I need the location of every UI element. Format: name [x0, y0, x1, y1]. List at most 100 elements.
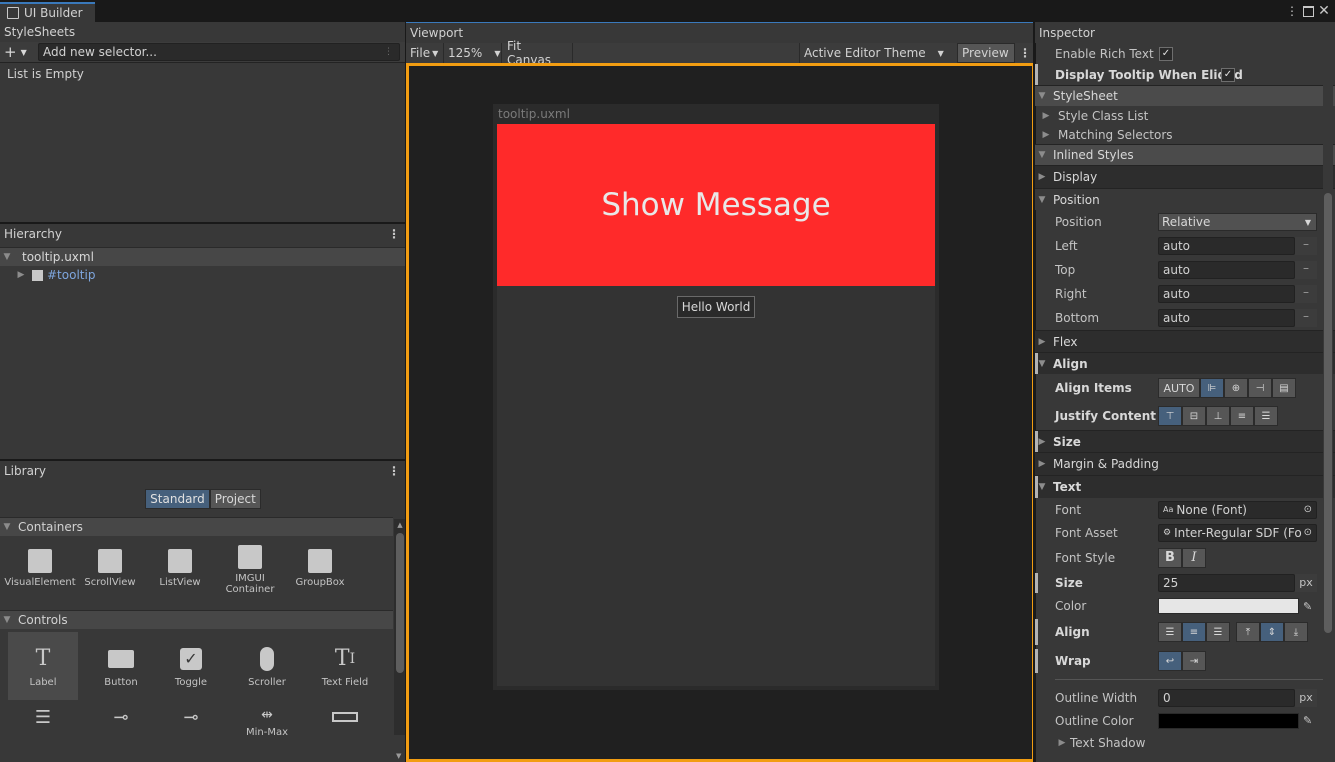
selector-options-icon[interactable]: ⋮ [384, 47, 393, 57]
inspector-scrollbar[interactable] [1323, 43, 1333, 762]
display-tooltip-checkbox[interactable]: ✓ [1221, 67, 1235, 82]
library-item-button[interactable]: Button [86, 632, 156, 700]
bold-button[interactable]: B [1158, 547, 1182, 568]
viewport-menu-icon[interactable]: ⋮ [1019, 46, 1031, 60]
no-wrap-icon[interactable]: ⇥ [1182, 651, 1206, 671]
size-unit-button[interactable]: px [1295, 574, 1317, 592]
foldout-closed-icon[interactable]: ▶ [1035, 337, 1049, 347]
hierarchy-child-row[interactable]: ▶ #tooltip [0, 266, 406, 284]
font-asset-object-field[interactable]: ⚙ Inter-Regular SDF (Fo ⊙ [1158, 523, 1317, 542]
add-selector-input[interactable]: Add new selector... ⋮ [38, 43, 400, 61]
align-top-icon[interactable]: ⤒ [1236, 622, 1260, 642]
hierarchy-menu-icon[interactable]: ⋮ [388, 227, 400, 241]
right-input[interactable]: auto [1158, 285, 1295, 303]
scroll-down-icon[interactable]: ▼ [396, 752, 401, 760]
window-menu-icon[interactable]: ⋮ [1284, 3, 1300, 19]
display-section[interactable]: ▶ Display [1035, 165, 1335, 188]
position-section[interactable]: ▼ Position [1035, 188, 1335, 210]
align-center-icon[interactable]: ≡ [1182, 622, 1206, 642]
library-item-imgui-container[interactable]: IMGUI Container [215, 545, 285, 595]
add-stylesheet-button[interactable]: + ▼ [4, 43, 34, 61]
object-picker-icon[interactable]: ⊙ [1303, 527, 1312, 538]
matching-selectors-row[interactable]: ▶ Matching Selectors [1035, 125, 1335, 144]
library-item-groupbox[interactable]: GroupBox [285, 545, 355, 588]
library-item-toggle[interactable]: ✓ Toggle [156, 632, 226, 700]
close-icon[interactable]: ✕ [1316, 3, 1332, 19]
tab-project[interactable]: Project [209, 489, 261, 509]
inlined-styles-section[interactable]: ▼ Inlined Styles [1035, 144, 1335, 165]
enable-rich-text-checkbox[interactable]: ✓ [1159, 46, 1173, 61]
left-input[interactable]: auto [1158, 237, 1295, 255]
foldout-closed-icon[interactable]: ▶ [1035, 459, 1049, 469]
top-unit-button[interactable]: – [1295, 261, 1317, 279]
align-right-icon[interactable]: ☰ [1206, 622, 1230, 642]
library-item-listview-control[interactable]: ☰ [8, 707, 78, 731]
foldout-open-icon[interactable]: ▼ [0, 252, 14, 262]
align-items-auto-button[interactable]: AUTO [1158, 378, 1200, 398]
inspector-scroll-thumb[interactable] [1324, 193, 1332, 633]
foldout-closed-icon[interactable]: ▶ [14, 270, 28, 280]
hierarchy-root-row[interactable]: ▼ tooltip.uxml [0, 247, 406, 266]
position-dropdown[interactable]: Relative ▼ [1158, 213, 1317, 231]
library-item-min-max-slider[interactable]: ⇹ Min-Max [232, 707, 302, 735]
eyedropper-icon[interactable]: ✎ [1303, 600, 1312, 613]
justify-end-icon[interactable]: ⊥ [1206, 406, 1230, 426]
outline-width-unit-button[interactable]: px [1295, 688, 1317, 707]
library-item-slider[interactable]: ⊸ [86, 707, 156, 731]
library-menu-icon[interactable]: ⋮ [388, 464, 400, 478]
library-item-slider-int[interactable]: ⊸ [156, 707, 226, 731]
preview-toggle[interactable]: Preview [957, 43, 1015, 63]
foldout-closed-icon[interactable]: ▶ [1035, 172, 1049, 182]
font-size-input[interactable]: 25 [1158, 574, 1295, 592]
bottom-unit-button[interactable]: – [1295, 309, 1317, 327]
show-message-button[interactable]: Show Message [497, 124, 935, 286]
text-shadow-row[interactable]: ▶ Text Shadow [1035, 732, 1335, 753]
object-picker-icon[interactable]: ⊙ [1304, 504, 1312, 515]
containers-foldout[interactable]: ▼ Containers [0, 517, 393, 536]
align-items-end-icon[interactable]: ⊣ [1248, 378, 1272, 398]
library-item-text-field[interactable]: T I Text Field [310, 632, 380, 700]
style-class-list-row[interactable]: ▶ Style Class List [1035, 106, 1335, 125]
maximize-icon[interactable] [1300, 3, 1316, 19]
ui-builder-tab[interactable]: UI Builder [0, 2, 95, 22]
top-input[interactable]: auto [1158, 261, 1295, 279]
align-items-start-icon[interactable]: ⊫ [1200, 378, 1224, 398]
library-item-progress-bar[interactable] [310, 707, 380, 731]
align-bottom-icon[interactable]: ⤓ [1284, 622, 1308, 642]
foldout-open-icon[interactable]: ▼ [0, 522, 14, 532]
right-unit-button[interactable]: – [1295, 285, 1317, 303]
file-menu[interactable]: File ▼ [406, 43, 444, 63]
foldout-closed-icon[interactable]: ▶ [1039, 111, 1053, 121]
foldout-open-icon[interactable]: ▼ [0, 615, 14, 625]
library-item-label-control[interactable]: T Label [8, 632, 78, 700]
library-item-listview[interactable]: ListView [145, 545, 215, 588]
align-items-stretch-icon[interactable]: ▤ [1272, 378, 1296, 398]
bottom-input[interactable]: auto [1158, 309, 1295, 327]
library-item-scrollview[interactable]: ScrollView [75, 545, 145, 588]
outline-width-input[interactable]: 0 [1158, 688, 1295, 707]
viewport-surface[interactable]: tooltip.uxml Show Message Hello World [406, 63, 1035, 762]
library-item-visualelement[interactable]: VisualElement [4, 545, 76, 588]
text-section[interactable]: ▼ Text [1035, 475, 1335, 498]
foldout-open-icon[interactable]: ▼ [1035, 91, 1049, 101]
align-middle-icon[interactable]: ⇕ [1260, 622, 1284, 642]
size-section[interactable]: ▶ Size [1035, 430, 1335, 452]
foldout-closed-icon[interactable]: ▶ [1055, 738, 1069, 748]
justify-space-around-icon[interactable]: ☰ [1254, 406, 1278, 426]
eyedropper-icon[interactable]: ✎ [1303, 714, 1312, 727]
stylesheet-section[interactable]: ▼ StyleSheet [1035, 85, 1335, 106]
align-left-icon[interactable]: ☰ [1158, 622, 1182, 642]
justify-space-between-icon[interactable]: ≡ [1230, 406, 1254, 426]
tab-standard[interactable]: Standard [145, 489, 210, 509]
foldout-open-icon[interactable]: ▼ [1035, 150, 1049, 160]
library-scroll-thumb[interactable] [396, 533, 404, 673]
foldout-closed-icon[interactable]: ▶ [1039, 130, 1053, 140]
margin-padding-section[interactable]: ▶ Margin & Padding [1035, 452, 1335, 475]
library-item-scroller[interactable]: Scroller [232, 632, 302, 700]
italic-button[interactable]: I [1182, 547, 1206, 568]
justify-center-icon[interactable]: ⊟ [1182, 406, 1206, 426]
zoom-dropdown[interactable]: 125% ▼ [444, 43, 502, 63]
justify-start-icon[interactable]: ⊤ [1158, 406, 1182, 426]
controls-foldout[interactable]: ▼ Controls [0, 610, 393, 629]
wrap-icon[interactable]: ↩ [1158, 651, 1182, 671]
